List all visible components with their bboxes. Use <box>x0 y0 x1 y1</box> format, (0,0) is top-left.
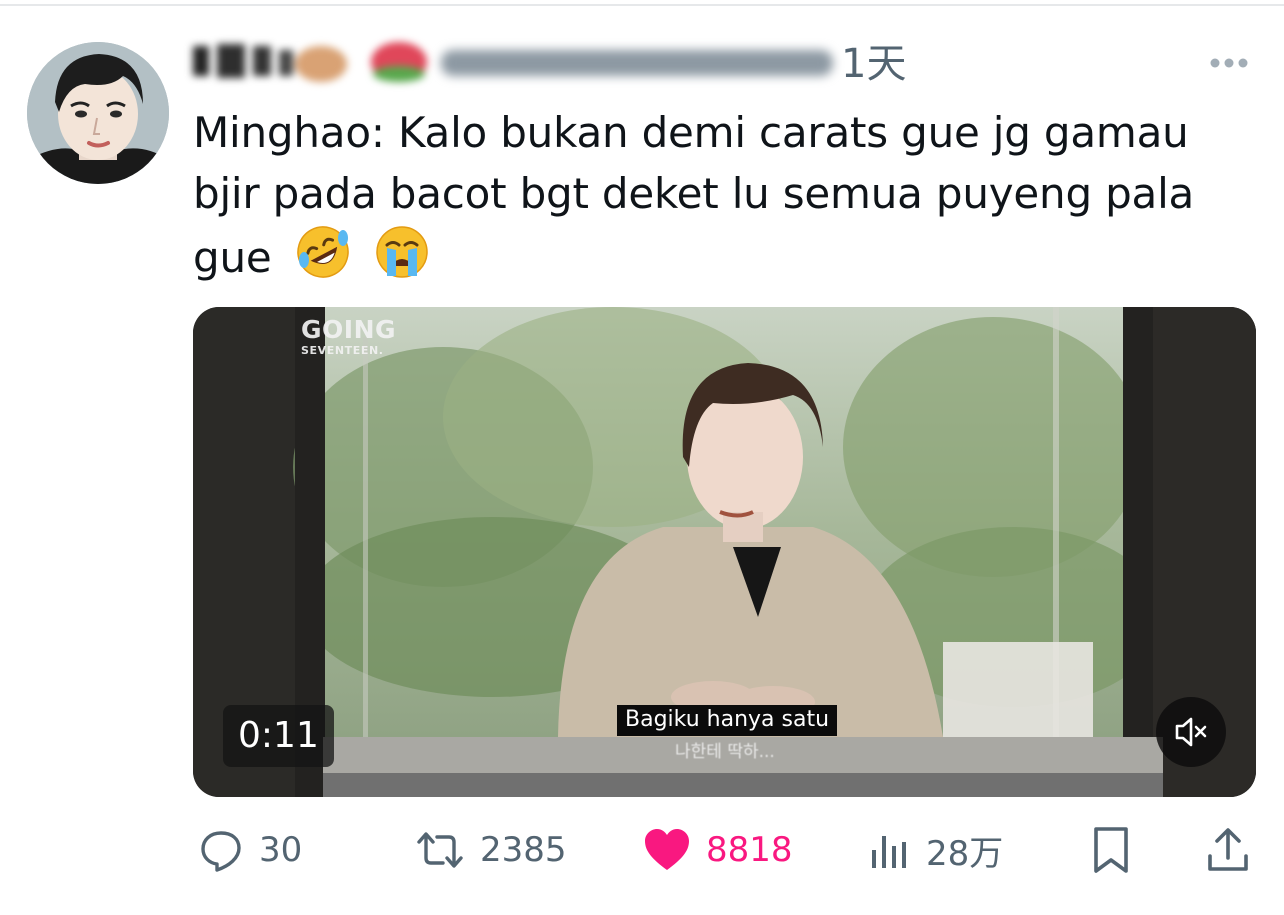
video-subtitle: Bagiku hanya satu <box>617 705 838 736</box>
muted-speaker-icon <box>1175 717 1207 747</box>
like-count: 8818 <box>706 830 793 870</box>
video-duration: 0:11 <box>223 705 334 767</box>
bookmark-button[interactable] <box>1090 820 1132 880</box>
video-subtitle-korean: 나한테 딱하... <box>675 742 775 762</box>
blurred-display-name[interactable] <box>193 38 438 84</box>
retweet-button[interactable]: 2385 <box>414 820 567 880</box>
rolling-on-floor-laughing-emoji-icon <box>296 226 349 278</box>
share-upload-icon <box>1208 828 1248 871</box>
tweet-text: Minghao: Kalo bukan demi carats gue jg g… <box>193 102 1233 288</box>
mute-toggle-button[interactable] <box>1156 697 1226 767</box>
retweet-icon <box>417 832 463 868</box>
logo-line2: SEVENTEEN. <box>301 344 384 357</box>
going-seventeen-logo: GOING SEVENTEEN. <box>301 315 396 357</box>
top-divider <box>0 4 1284 6</box>
views-chart-icon <box>872 836 906 868</box>
views-button[interactable]: 28万 <box>868 820 1003 880</box>
reply-count: 30 <box>259 830 303 870</box>
logo-line1: GOING <box>301 315 397 344</box>
like-button[interactable]: 8818 <box>642 820 793 880</box>
loudly-crying-face-emoji-icon <box>376 226 428 278</box>
tweet-header: 1天 <box>193 30 1173 94</box>
video-player[interactable]: GOING SEVENTEEN. Bagiku hanya satu 나한테 딱… <box>193 307 1256 797</box>
share-button[interactable] <box>1205 820 1251 880</box>
bookmark-icon <box>1094 827 1128 873</box>
reply-icon <box>201 831 241 872</box>
tweet-timestamp[interactable]: 1天 <box>841 34 906 94</box>
retweet-count: 2385 <box>480 830 567 870</box>
avatar[interactable] <box>27 42 169 184</box>
more-options-icon[interactable] <box>1204 50 1254 76</box>
heart-filled-icon <box>645 829 689 870</box>
blurred-handle[interactable] <box>441 44 833 82</box>
reply-button[interactable]: 30 <box>197 820 302 880</box>
tweet-action-bar: 30 2385 8818 28万 <box>193 820 1256 880</box>
avatar-illustration <box>27 42 169 184</box>
view-count: 28万 <box>926 833 1004 874</box>
